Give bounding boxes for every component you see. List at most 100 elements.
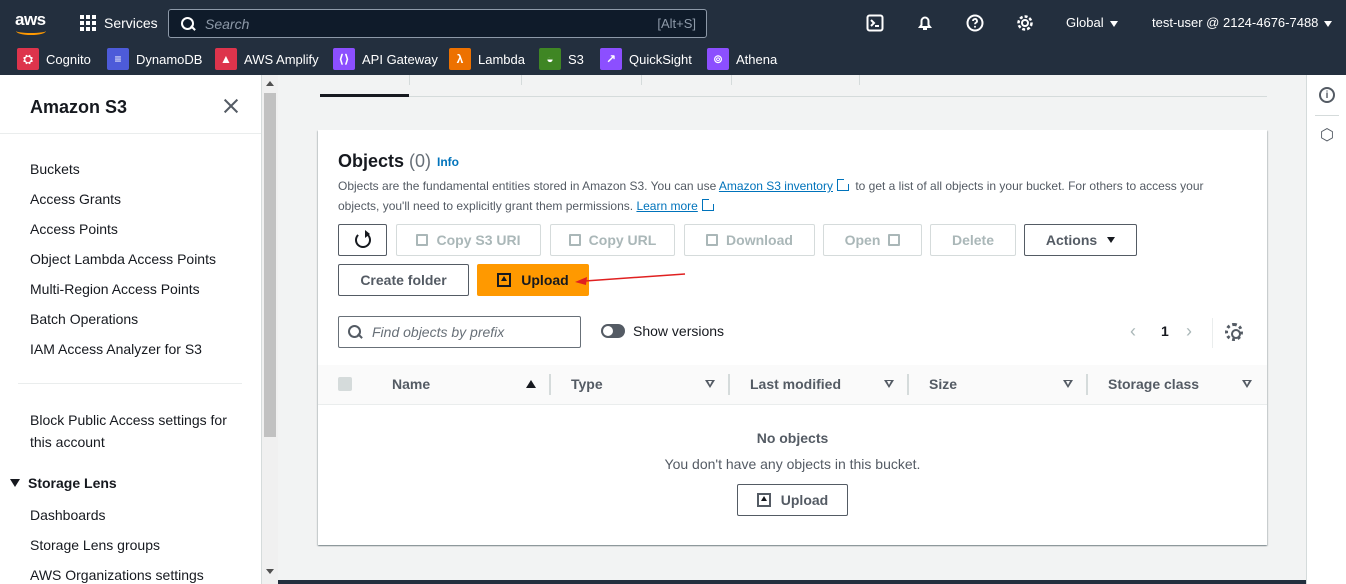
favorite-s3[interactable]: ◒ S3 bbox=[539, 48, 584, 70]
right-tools-rail: i ⬡ bbox=[1306, 75, 1346, 584]
objects-count: (0) bbox=[409, 151, 432, 171]
favorite-label: DynamoDB bbox=[136, 51, 203, 67]
external-link-icon bbox=[888, 234, 901, 246]
copy-s3-uri-button[interactable]: Copy S3 URI bbox=[396, 224, 541, 256]
global-nav-row: aws Services Search [Alt+S] Global test-… bbox=[0, 0, 1346, 45]
delete-button[interactable]: Delete bbox=[930, 224, 1016, 256]
sidebar-divider bbox=[0, 133, 261, 134]
favorite-dynamodb[interactable]: ≡ DynamoDB bbox=[107, 48, 202, 70]
page-number[interactable]: 1 bbox=[1161, 323, 1169, 339]
s3-bucket-icon: ◒ bbox=[539, 48, 561, 70]
favorite-label: API Gateway bbox=[362, 51, 438, 67]
annotation-arrow-icon bbox=[575, 273, 686, 285]
favorite-amplify[interactable]: ▲ AWS Amplify bbox=[215, 48, 319, 70]
actions-dropdown-button[interactable]: Actions bbox=[1024, 224, 1137, 256]
button-label: Upload bbox=[521, 272, 569, 288]
upload-button[interactable]: Upload bbox=[477, 264, 589, 296]
objects-title-text: Objects bbox=[338, 151, 405, 171]
account-menu[interactable]: test-user @ 2124-4676-7488 bbox=[1152, 15, 1333, 30]
dynamodb-icon: ≡ bbox=[107, 48, 129, 70]
quicksight-icon: ↗ bbox=[600, 48, 622, 70]
sidebar-item-label: this account bbox=[30, 434, 105, 450]
services-menu-button[interactable]: Services bbox=[80, 12, 158, 34]
favorite-quicksight[interactable]: ↗ QuickSight bbox=[600, 48, 692, 70]
sidebar-item-storage-lens-groups[interactable]: Storage Lens groups bbox=[30, 534, 160, 556]
favorite-athena[interactable]: ⊚ Athena bbox=[707, 48, 777, 70]
caret-down-icon bbox=[1324, 20, 1333, 27]
open-button[interactable]: Open bbox=[823, 224, 922, 256]
table-preferences-gear-icon[interactable] bbox=[1225, 323, 1243, 341]
sidebar-item-buckets[interactable]: Buckets bbox=[30, 158, 80, 180]
download-icon bbox=[706, 234, 719, 246]
sidebar-title: Amazon S3 bbox=[30, 97, 128, 117]
lambda-icon: λ bbox=[449, 48, 471, 70]
column-divider[interactable] bbox=[907, 374, 909, 395]
sidebar-item-access-grants[interactable]: Access Grants bbox=[30, 188, 121, 210]
sidebar-item-object-lambda[interactable]: Object Lambda Access Points bbox=[30, 248, 216, 270]
learn-more-link[interactable]: Learn more bbox=[636, 199, 697, 213]
empty-state-upload-button[interactable]: Upload bbox=[737, 484, 848, 516]
region-selector[interactable]: Global bbox=[1066, 15, 1118, 30]
favorite-label: QuickSight bbox=[629, 51, 692, 67]
column-divider[interactable] bbox=[549, 374, 551, 395]
download-button[interactable]: Download bbox=[684, 224, 815, 256]
favorite-cognito[interactable]: ⛭ Cognito bbox=[17, 48, 91, 70]
aws-logo[interactable]: aws bbox=[15, 10, 49, 36]
button-label: Delete bbox=[951, 232, 995, 248]
create-folder-button[interactable]: Create folder bbox=[338, 264, 469, 296]
chevron-right-icon[interactable]: › bbox=[1186, 322, 1202, 340]
account-label: test-user @ 2124-4676-7488 bbox=[1152, 15, 1319, 30]
column-divider[interactable] bbox=[728, 374, 730, 395]
favorite-api-gateway[interactable]: ⟨⟩ API Gateway bbox=[333, 48, 438, 70]
info-panel-icon[interactable]: i bbox=[1319, 87, 1335, 103]
api-gateway-icon: ⟨⟩ bbox=[333, 48, 355, 70]
sidebar-item-dashboards[interactable]: Dashboards bbox=[30, 504, 106, 526]
sort-icon bbox=[705, 380, 715, 388]
column-header-last-modified[interactable]: Last modified bbox=[750, 376, 841, 392]
sidebar-item-access-points[interactable]: Access Points bbox=[30, 218, 118, 240]
sidebar-scrollbar[interactable] bbox=[262, 75, 278, 584]
scroll-down-arrow-icon[interactable] bbox=[266, 569, 274, 574]
scrollbar-thumb[interactable] bbox=[264, 93, 276, 437]
sidebar-item-organizations-settings[interactable]: AWS Organizations settings bbox=[30, 564, 204, 584]
find-objects-input[interactable]: Find objects by prefix bbox=[338, 316, 581, 348]
favorite-lambda[interactable]: λ Lambda bbox=[449, 48, 525, 70]
sidebar-item-multi-region[interactable]: Multi-Region Access Points bbox=[30, 278, 200, 300]
cloudshell-icon[interactable] bbox=[865, 13, 885, 33]
column-header-size[interactable]: Size bbox=[929, 376, 957, 392]
show-versions-label: Show versions bbox=[633, 323, 725, 339]
help-icon[interactable] bbox=[965, 13, 985, 33]
close-icon[interactable] bbox=[222, 97, 240, 115]
sidebar-section-storage-lens[interactable]: Storage Lens bbox=[10, 475, 117, 491]
sidebar-item-label: Block Public Access settings for bbox=[30, 412, 227, 428]
button-label: Upload bbox=[780, 492, 829, 508]
select-all-checkbox[interactable] bbox=[338, 377, 352, 391]
sidebar-item-iam-access-analyzer[interactable]: IAM Access Analyzer for S3 bbox=[30, 338, 202, 360]
hexagon-icon[interactable]: ⬡ bbox=[1319, 128, 1335, 144]
section-label: Storage Lens bbox=[28, 475, 117, 491]
cognito-icon: ⛭ bbox=[17, 48, 39, 70]
objects-panel: Objects (0) Info Objects are the fundame… bbox=[318, 130, 1267, 545]
description-text: Objects are the fundamental entities sto… bbox=[338, 179, 719, 193]
scroll-up-arrow-icon[interactable] bbox=[266, 81, 274, 86]
sort-icon bbox=[884, 380, 894, 388]
inventory-link[interactable]: Amazon S3 inventory bbox=[719, 179, 833, 193]
copy-url-button[interactable]: Copy URL bbox=[550, 224, 675, 256]
empty-state-title: No objects bbox=[756, 430, 829, 446]
settings-gear-icon[interactable] bbox=[1015, 13, 1035, 33]
notifications-bell-icon[interactable] bbox=[915, 13, 935, 33]
chevron-left-icon[interactable]: ‹ bbox=[1130, 322, 1146, 340]
info-link[interactable]: Info bbox=[437, 155, 459, 169]
column-header-type[interactable]: Type bbox=[571, 376, 603, 392]
tab-divider bbox=[521, 75, 522, 85]
external-link-icon bbox=[836, 178, 850, 191]
sidebar-item-block-public-access[interactable]: Block Public Access settings for this ac… bbox=[30, 409, 227, 453]
column-header-storage-class[interactable]: Storage class bbox=[1108, 376, 1199, 392]
sidebar-item-batch-operations[interactable]: Batch Operations bbox=[30, 308, 138, 330]
column-divider[interactable] bbox=[1086, 374, 1088, 395]
refresh-button[interactable] bbox=[338, 224, 387, 256]
region-label: Global bbox=[1066, 15, 1104, 30]
search-input[interactable]: Search [Alt+S] bbox=[168, 9, 707, 38]
show-versions-toggle[interactable] bbox=[601, 324, 625, 338]
column-header-name[interactable]: Name bbox=[392, 376, 430, 392]
